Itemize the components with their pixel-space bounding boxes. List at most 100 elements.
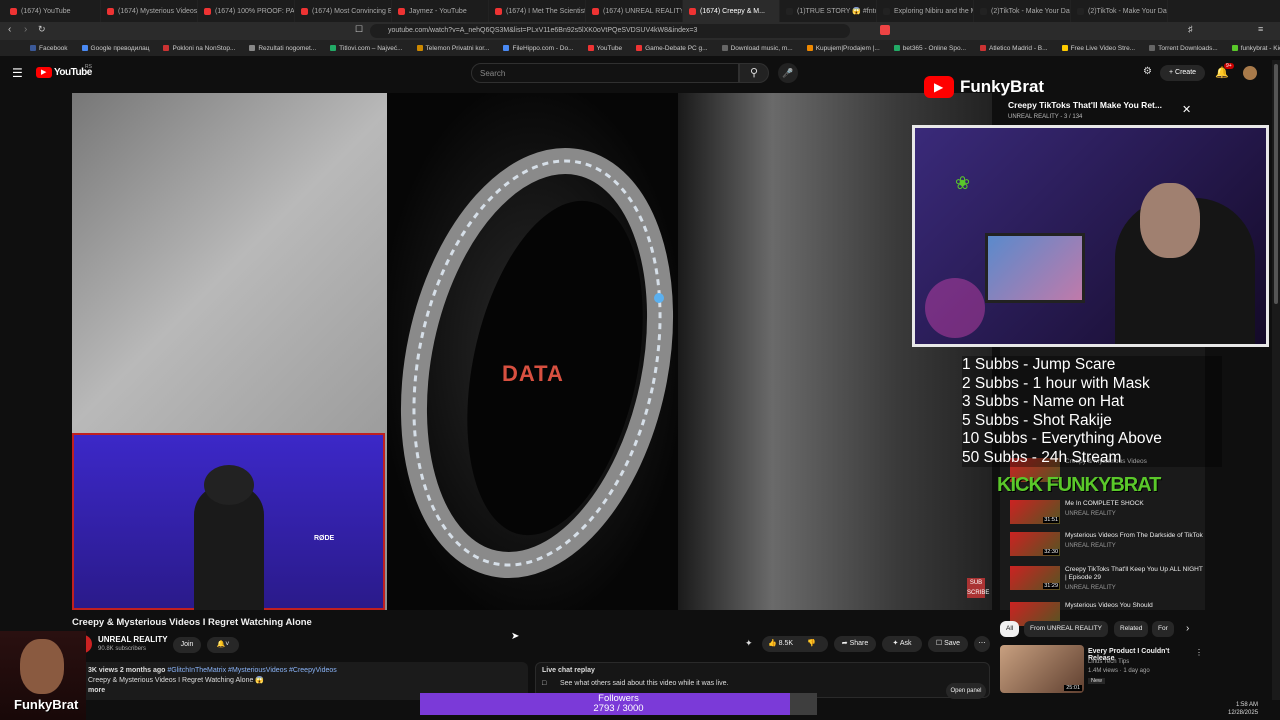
browser-tab[interactable]: (1674) I Met The Scientist... bbox=[489, 0, 586, 22]
playlist-item[interactable]: 31:29 Creepy TikToks That'll Keep You Up … bbox=[1010, 566, 1205, 600]
search-icon: ⚲ bbox=[749, 67, 759, 79]
voice-search-button[interactable]: 🎤 bbox=[778, 63, 798, 83]
video-overlay-word: DATA bbox=[502, 361, 564, 386]
bookmark-item[interactable]: funkybrat - Kick Stat... bbox=[1231, 45, 1280, 52]
subscriber-count: 90.8K subscribers bbox=[98, 646, 147, 652]
chevron-right-icon[interactable]: › bbox=[1186, 623, 1189, 634]
chip-for-you[interactable]: For bbox=[1152, 621, 1174, 637]
mouse-cursor-icon: ➤ bbox=[511, 631, 520, 642]
streamer-name: FunkyBrat bbox=[960, 77, 1045, 96]
recommended-thumbnail[interactable]: 25:01 bbox=[1000, 645, 1084, 693]
open-panel-button[interactable]: Open panel bbox=[946, 683, 986, 699]
tab-favicon-icon bbox=[301, 7, 308, 15]
subscribe-watermark[interactable]: SUB SCRIBE bbox=[967, 578, 989, 598]
bookmark-item[interactable]: Game-Debate PC g... bbox=[636, 45, 708, 52]
like-button[interactable]: 👍 8.5K bbox=[768, 640, 793, 647]
search-input[interactable]: Search bbox=[471, 63, 739, 83]
funkybrat-logo: ▶ FunkyBrat bbox=[922, 72, 1062, 102]
join-button[interactable]: Join bbox=[173, 637, 201, 653]
system-clock[interactable]: 1:58 AM 12/28/2025 bbox=[1228, 701, 1258, 717]
play-triangle-icon: ▶ bbox=[934, 80, 944, 94]
tab-favicon-icon bbox=[495, 7, 502, 15]
menu-icon[interactable]: ≡ bbox=[1258, 24, 1263, 34]
browser-tab[interactable]: (2)TikTok - Make Your Day bbox=[974, 0, 1071, 22]
browser-tab[interactable]: (1674) Mysterious Videos I... bbox=[101, 0, 198, 22]
chip-channel[interactable]: From UNREAL REALITY bbox=[1024, 621, 1108, 637]
bookmark-item[interactable]: Torrent Downloads... bbox=[1149, 45, 1218, 52]
bookmark-item[interactable]: Telemon Privatni kor... bbox=[416, 45, 489, 52]
bookmark-icon[interactable]: ☐ bbox=[355, 24, 363, 35]
more-vert-icon[interactable]: ⋮ bbox=[1195, 648, 1203, 657]
bookmark-item[interactable]: Titlovi.com – Najveć... bbox=[330, 45, 403, 52]
browser-tab[interactable]: (1674) 100% PROOF: PARA... bbox=[198, 0, 295, 22]
url-field[interactable]: youtube.com/watch?v=A_nehQ6QS3M&list=PLx… bbox=[370, 24, 850, 38]
more-actions-button[interactable]: ⋯ bbox=[974, 636, 990, 652]
chip-related[interactable]: Related bbox=[1114, 621, 1149, 637]
settings-gear-icon[interactable]: ⚙ bbox=[1143, 66, 1152, 77]
corner-name: FunkyBrat bbox=[14, 697, 79, 712]
tab-favicon-icon bbox=[204, 7, 211, 15]
ask-button[interactable]: ✦ Ask bbox=[882, 636, 922, 652]
thumbs-down-icon[interactable]: 👎 bbox=[807, 636, 816, 652]
hamburger-menu-icon[interactable]: ☰ bbox=[12, 66, 23, 80]
playlist-item[interactable]: 31:51 Me In COMPLETE SHOCK UNREAL REALITY bbox=[1010, 500, 1205, 534]
page-scrollbar[interactable] bbox=[1272, 60, 1280, 700]
bookmark-item[interactable]: Google преводилац bbox=[81, 45, 149, 52]
bookmark-item[interactable]: Facebook bbox=[30, 45, 68, 52]
person-head bbox=[204, 465, 254, 505]
bookmark-item[interactable]: FileHippo.com - Do... bbox=[503, 45, 574, 52]
browser-tab[interactable]: Jaymez - YouTube bbox=[392, 0, 489, 22]
create-button[interactable]: + Create bbox=[1160, 65, 1205, 81]
browser-tab[interactable]: (1674) YouTube bbox=[4, 0, 101, 22]
scrollbar-thumb[interactable] bbox=[1274, 64, 1278, 304]
video-player[interactable]: DATA RØDE SUB SCRIBE bbox=[72, 93, 992, 610]
share-button[interactable]: ➦ Share bbox=[834, 636, 876, 652]
bookmark-item[interactable]: Free Live Video Stre... bbox=[1061, 45, 1135, 52]
clock-date: 12/28/2025 bbox=[1228, 710, 1259, 716]
subscribed-bell-button[interactable]: 🔔˅ bbox=[207, 637, 239, 653]
bookmark-favicon-icon bbox=[721, 45, 728, 51]
bookmark-item[interactable]: Download music, m... bbox=[721, 45, 793, 52]
bookmark-label: Facebook bbox=[39, 44, 68, 52]
playlist-thumbnail[interactable]: 31:51 bbox=[1010, 500, 1060, 524]
tab-label: (1674) UNREAL REALITY - Y... bbox=[603, 7, 683, 15]
bookmark-favicon-icon bbox=[163, 45, 170, 51]
chip-all[interactable]: All bbox=[1000, 621, 1020, 637]
extensions-icon[interactable]: ♯ bbox=[1188, 24, 1193, 34]
chat-subtitle: See what others said about this video wh… bbox=[560, 680, 729, 687]
leaf-decor-icon: ❀ bbox=[955, 173, 971, 193]
create-label: Create bbox=[1175, 69, 1197, 76]
back-icon[interactable]: ‹ bbox=[8, 24, 11, 35]
browser-tab[interactable]: (2)TikTok - Make Your Day bbox=[1071, 0, 1168, 22]
playlist-duration: 31:51 bbox=[1043, 517, 1059, 523]
browser-tab[interactable]: (1)TRUE STORY 😱 #fntonio... bbox=[780, 0, 877, 22]
playlist-item[interactable]: 32:30 Mysterious Videos From The Darkside… bbox=[1010, 532, 1205, 566]
recommended-channel[interactable]: Linus Tech Tips bbox=[1088, 659, 1129, 665]
forward-icon[interactable]: › bbox=[24, 24, 27, 35]
bookmark-item[interactable]: YouTube bbox=[587, 45, 622, 52]
account-avatar[interactable] bbox=[1243, 66, 1257, 80]
browser-tab[interactable]: (1674) UNREAL REALITY - Y... bbox=[586, 0, 683, 22]
sparkle-icon[interactable]: ✦ bbox=[745, 638, 753, 649]
bookmark-item[interactable]: bet365 - Online Spo... bbox=[893, 45, 966, 52]
search-button[interactable]: ⚲ bbox=[739, 63, 769, 83]
recommended-video[interactable]: 25:01 Every Product I Couldn't Release ⋮… bbox=[1000, 645, 1203, 695]
tab-label: (1674) Most Convincing Evi... bbox=[312, 7, 391, 15]
browser-tab[interactable]: Exploring Nibiru and the M... bbox=[877, 0, 974, 22]
bookmark-item[interactable]: Kupujem|Prodajem |... bbox=[806, 45, 880, 52]
channel-name[interactable]: UNREAL REALITY bbox=[98, 635, 168, 644]
reload-icon[interactable]: ↻ bbox=[38, 24, 46, 35]
microphone-icon: 🎤 bbox=[782, 68, 794, 78]
corner-face bbox=[20, 639, 64, 694]
browser-tab[interactable]: (1674) Most Convincing Evi... bbox=[295, 0, 392, 22]
browser-tab[interactable]: (1674) Creepy & M... bbox=[683, 0, 780, 22]
bookmark-item[interactable]: Pokloni na NonStop... bbox=[163, 45, 235, 52]
playlist-thumbnail[interactable]: 31:29 bbox=[1010, 566, 1060, 590]
save-button[interactable]: ☐ Save bbox=[928, 636, 968, 652]
brave-shield-icon[interactable] bbox=[880, 25, 890, 35]
bookmark-item[interactable]: Rezultati nogomet... bbox=[249, 45, 316, 52]
hashtags[interactable]: #GlitchInTheMatrix #MysteriousVideos #Cr… bbox=[165, 667, 336, 674]
playlist-thumbnail[interactable]: 32:30 bbox=[1010, 532, 1060, 556]
close-icon[interactable]: ✕ bbox=[1182, 103, 1191, 116]
bookmark-item[interactable]: Atletico Madrid - B... bbox=[980, 45, 1048, 52]
